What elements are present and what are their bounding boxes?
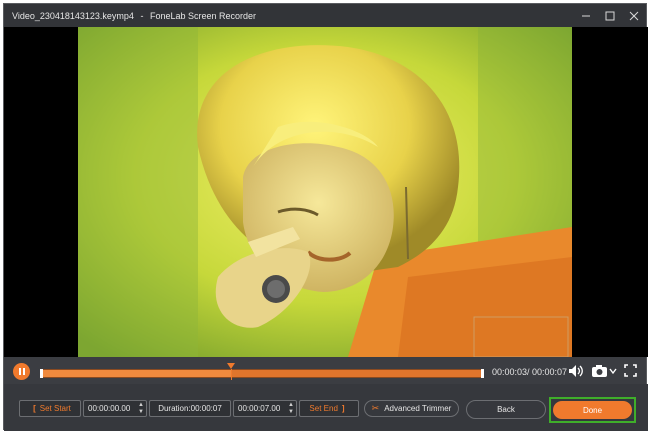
end-time-field[interactable]: 00:00:07.00 ▲ ▼ [233,400,297,417]
advanced-trimmer-label: Advanced Trimmer [384,404,452,413]
start-time-field[interactable]: 00:00:00.00 ▲ ▼ [83,400,147,417]
window-controls [574,4,646,27]
window-title: Video_230418143123.keymp4 - FoneLab Scre… [12,11,256,21]
done-button[interactable]: Done [553,401,632,419]
done-highlight-frame: Done [549,397,636,423]
duration-display: Duration:00:00:07 [149,400,231,417]
title-separator: - [140,10,144,21]
playhead-line [230,369,232,380]
back-button[interactable]: Back [466,400,546,419]
back-label: Back [497,405,515,414]
pause-button[interactable] [13,363,30,380]
trim-start-handle[interactable] [40,369,43,378]
maximize-icon[interactable] [598,4,622,27]
bracket-right-icon: ] [341,404,345,413]
scissors-icon: ✂ [371,403,380,413]
file-name: Video_230418143123.keymp4 [12,10,134,21]
trim-end-handle[interactable] [481,369,484,378]
timeline-row: 00:00:03/ 00:00:07 [4,358,648,384]
pause-icon-bar-left [18,368,21,375]
end-time-value: 00:00:07.00 [238,404,281,413]
title-bar: Video_230418143123.keymp4 - FoneLab Scre… [4,4,646,27]
minimize-icon[interactable] [574,4,598,27]
app-name: FoneLab Screen Recorder [149,10,257,21]
pause-icon-bar-right [22,368,25,375]
video-frame [78,27,572,357]
trim-toolbar: [ Set Start 00:00:00.00 ▲ ▼ Duration:00:0… [4,384,648,431]
video-preview-area[interactable] [4,27,648,357]
duration-value: Duration:00:00:07 [158,404,222,413]
advanced-trimmer-button[interactable]: ✂ Advanced Trimmer [364,400,459,417]
start-time-value: 00:00:00.00 [88,404,131,413]
camera-icon[interactable] [591,364,619,383]
progress-track[interactable] [40,369,484,378]
done-label: Done [582,405,603,415]
end-time-stepper[interactable]: ▲ ▼ [288,402,294,416]
set-end-label: Set End [309,404,338,413]
start-time-stepper[interactable]: ▲ ▼ [138,402,144,416]
set-start-button[interactable]: [ Set Start [19,400,81,417]
set-end-button[interactable]: Set End ] [299,400,359,417]
fullscreen-icon[interactable] [624,364,637,382]
bracket-left-icon: [ [33,404,36,413]
speaker-icon[interactable] [568,364,584,383]
set-start-label: Set Start [39,404,71,413]
progress-fill [40,370,231,377]
time-readout: 00:00:03/ 00:00:07 [492,367,568,377]
recorder-window: Video_230418143123.keymp4 - FoneLab Scre… [3,3,648,431]
video-frame-image [78,27,572,357]
close-icon[interactable] [622,4,646,27]
